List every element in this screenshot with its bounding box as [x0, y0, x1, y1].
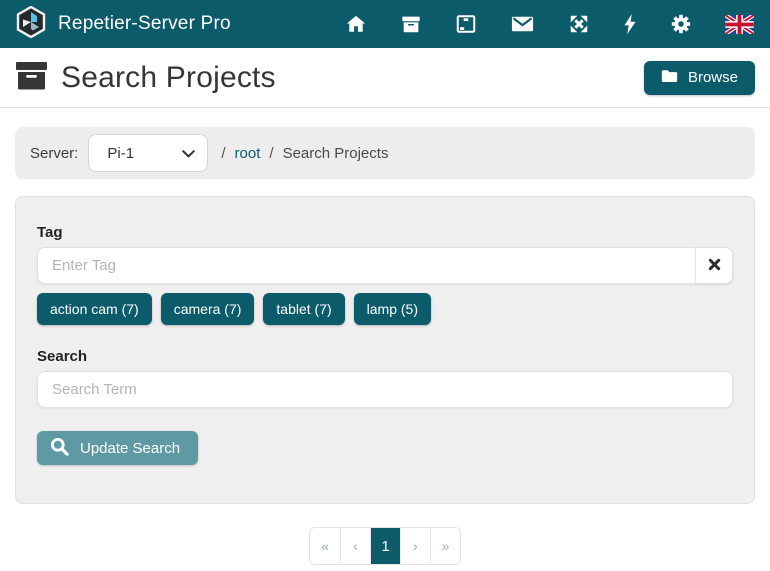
server-select-value: Pi-1 [107, 145, 134, 162]
archive-box-title-icon [15, 60, 48, 96]
page-header: Search Projects Browse [0, 48, 770, 108]
server-label: Server: [30, 145, 78, 162]
tag-field-label: Tag [37, 224, 733, 241]
folder-icon [661, 69, 678, 87]
search-input[interactable] [37, 371, 733, 408]
page-title: Search Projects [61, 61, 276, 95]
breadcrumb-root-link[interactable]: root [235, 145, 261, 162]
printer-icon[interactable] [455, 13, 477, 35]
search-icon [50, 437, 69, 460]
tag-input[interactable] [37, 247, 696, 284]
update-search-button-label: Update Search [80, 440, 180, 457]
breadcrumb: / root / Search Projects [221, 145, 388, 162]
tag-input-group [37, 247, 733, 284]
browse-button[interactable]: Browse [644, 61, 755, 95]
settings-gear-icon[interactable] [670, 13, 692, 35]
update-search-button[interactable]: Update Search [37, 431, 198, 465]
pagination-next-button[interactable]: › [400, 528, 430, 564]
clear-tag-button[interactable] [696, 247, 733, 284]
brand-home-link[interactable]: Repetier-Server Pro [16, 6, 231, 43]
pagination-first-button[interactable]: « [310, 528, 340, 564]
tag-chip-camera[interactable]: camera (7) [161, 293, 255, 325]
pagination-page-1[interactable]: 1 [370, 528, 400, 564]
server-select[interactable]: Pi-1 [88, 134, 208, 172]
breadcrumb-separator: / [221, 145, 225, 162]
navbar-icon-menu [345, 13, 754, 35]
pagination-wrap: « ‹ 1 › » [0, 527, 770, 565]
home-icon[interactable] [345, 13, 367, 35]
tag-chip-lamp[interactable]: lamp (5) [354, 293, 431, 325]
tag-chip-list: action cam (7) camera (7) tablet (7) lam… [37, 293, 733, 325]
tag-chip-tablet[interactable]: tablet (7) [263, 293, 344, 325]
language-flag-icon[interactable] [725, 15, 754, 34]
search-field-label: Search [37, 348, 733, 365]
expand-arrows-icon[interactable] [568, 13, 590, 35]
breadcrumb-separator: / [269, 145, 273, 162]
brand-title: Repetier-Server Pro [58, 13, 231, 35]
search-panel: Tag action cam (7) camera (7) tablet (7)… [15, 196, 755, 504]
close-icon [708, 258, 721, 274]
server-breadcrumb-bar: Server: Pi-1 / root / Search Projects [15, 127, 755, 179]
messages-envelope-icon[interactable] [510, 13, 535, 35]
bolt-icon[interactable] [623, 13, 637, 35]
top-navbar: Repetier-Server Pro [0, 0, 770, 48]
tag-chip-action-cam[interactable]: action cam (7) [37, 293, 152, 325]
chevron-down-icon [182, 145, 195, 162]
breadcrumb-current-page: Search Projects [283, 145, 389, 162]
search-input-wrap [37, 371, 733, 408]
repetier-logo-icon [16, 6, 46, 43]
pagination-prev-button[interactable]: ‹ [340, 528, 370, 564]
pagination-last-button[interactable]: » [430, 528, 460, 564]
pagination: « ‹ 1 › » [309, 527, 461, 565]
browse-button-label: Browse [688, 69, 738, 86]
projects-archive-icon[interactable] [400, 13, 422, 35]
